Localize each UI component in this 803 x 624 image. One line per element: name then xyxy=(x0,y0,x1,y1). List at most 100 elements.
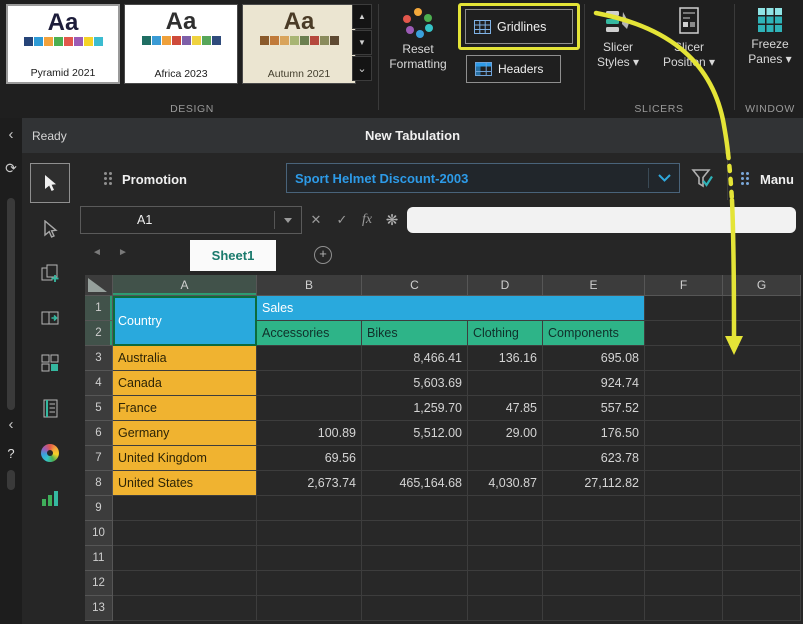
slicer-styles-button[interactable]: Slicer Styles ▾ xyxy=(586,2,650,70)
row-header-5[interactable]: 5 xyxy=(85,396,113,421)
select-tool-button[interactable] xyxy=(30,163,70,203)
cell-D12[interactable] xyxy=(468,571,543,596)
cell-C11[interactable] xyxy=(362,546,468,571)
data-table-tool-button[interactable] xyxy=(30,388,70,428)
cell-D8[interactable]: 4,030.87 xyxy=(468,471,543,496)
move-panel-tool-button[interactable] xyxy=(30,298,70,338)
cell-E13[interactable] xyxy=(543,596,645,621)
name-box[interactable]: A1 xyxy=(80,206,302,234)
cell-E8[interactable]: 27,112.82 xyxy=(543,471,645,496)
cell-A4[interactable]: Canada xyxy=(113,371,257,396)
cell-E10[interactable] xyxy=(543,521,645,546)
color-theme-tool-button[interactable] xyxy=(30,433,70,473)
cell-A6[interactable]: Germany xyxy=(113,421,257,446)
cell-C2[interactable]: Bikes xyxy=(362,321,468,346)
theme-card-autumn-2021[interactable]: Aa Autumn 2021 xyxy=(242,4,356,84)
row-header-4[interactable]: 4 xyxy=(85,371,113,396)
cell-D3[interactable]: 136.16 xyxy=(468,346,543,371)
cell-G7[interactable] xyxy=(723,446,801,471)
cell-B2[interactable]: Accessories xyxy=(257,321,362,346)
cell-C4[interactable]: 5,603.69 xyxy=(362,371,468,396)
cell-C5[interactable]: 1,259.70 xyxy=(362,396,468,421)
confirm-entry-button[interactable]: ✓ xyxy=(331,208,353,232)
row-header-9[interactable]: 9 xyxy=(85,496,113,521)
cell-F5[interactable] xyxy=(645,396,723,421)
cell-G10[interactable] xyxy=(723,521,801,546)
cell-C6[interactable]: 5,512.00 xyxy=(362,421,468,446)
column-header-D[interactable]: D xyxy=(468,275,543,296)
cell-G2[interactable] xyxy=(723,321,801,346)
cell-A3[interactable]: Australia xyxy=(113,346,257,371)
ai-assist-button[interactable]: ❋ xyxy=(381,208,403,232)
help-icon[interactable]: ? xyxy=(0,446,22,461)
cell-E5[interactable]: 557.52 xyxy=(543,396,645,421)
insert-function-button[interactable]: fx xyxy=(356,208,378,232)
row-header-6[interactable]: 6 xyxy=(85,421,113,446)
cell-E6[interactable]: 176.50 xyxy=(543,421,645,446)
cell-G4[interactable] xyxy=(723,371,801,396)
cell-F1[interactable] xyxy=(645,296,723,321)
cell-G12[interactable] xyxy=(723,571,801,596)
collapse-left-chevron-icon[interactable]: ‹ xyxy=(0,416,22,433)
cell-D7[interactable] xyxy=(468,446,543,471)
cell-F9[interactable] xyxy=(645,496,723,521)
cell-B8[interactable]: 2,673.74 xyxy=(257,471,362,496)
cell-D11[interactable] xyxy=(468,546,543,571)
cell-B12[interactable] xyxy=(257,571,362,596)
cell-F6[interactable] xyxy=(645,421,723,446)
cell-D13[interactable] xyxy=(468,596,543,621)
column-header-B[interactable]: B xyxy=(257,275,362,296)
cell-C9[interactable] xyxy=(362,496,468,521)
row-header-13[interactable]: 13 xyxy=(85,596,113,621)
cell-G1[interactable] xyxy=(723,296,801,321)
cell-D10[interactable] xyxy=(468,521,543,546)
theme-gallery-down-icon[interactable]: ▼ xyxy=(352,30,372,55)
column-header-C[interactable]: C xyxy=(362,275,468,296)
cell-F4[interactable] xyxy=(645,371,723,396)
column-header-A[interactable]: A xyxy=(113,275,257,296)
next-sheet-button[interactable]: ► xyxy=(118,247,128,258)
cell-C7[interactable] xyxy=(362,446,468,471)
cell-D6[interactable]: 29.00 xyxy=(468,421,543,446)
cell-A10[interactable] xyxy=(113,521,257,546)
row-header-10[interactable]: 10 xyxy=(85,521,113,546)
cell-B4[interactable] xyxy=(257,371,362,396)
cell-B5[interactable] xyxy=(257,396,362,421)
sheet-tab-sheet1[interactable]: Sheet1 xyxy=(190,240,276,271)
name-box-dropdown-icon[interactable] xyxy=(284,218,292,223)
theme-card-pyramid-2021[interactable]: Aa Pyramid 2021 xyxy=(6,4,120,84)
cell-E2[interactable]: Components xyxy=(543,321,645,346)
cell-B10[interactable] xyxy=(257,521,362,546)
row-header-1[interactable]: 1 xyxy=(85,296,113,321)
slicer-filter-button[interactable] xyxy=(690,167,714,196)
slicer-position-button[interactable]: Slicer Position ▾ xyxy=(654,2,724,70)
cell-C10[interactable] xyxy=(362,521,468,546)
cell-G3[interactable] xyxy=(723,346,801,371)
cell-D9[interactable] xyxy=(468,496,543,521)
cell-G8[interactable] xyxy=(723,471,801,496)
headers-toggle-button[interactable]: Headers xyxy=(466,55,561,83)
cell-E3[interactable]: 695.08 xyxy=(543,346,645,371)
row-header-3[interactable]: 3 xyxy=(85,346,113,371)
cell-D4[interactable] xyxy=(468,371,543,396)
cell-E12[interactable] xyxy=(543,571,645,596)
cell-C8[interactable]: 465,164.68 xyxy=(362,471,468,496)
cell-C13[interactable] xyxy=(362,596,468,621)
theme-gallery-up-icon[interactable]: ▲ xyxy=(352,4,372,29)
rail-scrollbar[interactable] xyxy=(7,198,15,410)
cell-E4[interactable]: 924.74 xyxy=(543,371,645,396)
cell-B3[interactable] xyxy=(257,346,362,371)
cell-C3[interactable]: 8,466.41 xyxy=(362,346,468,371)
cell-G11[interactable] xyxy=(723,546,801,571)
cursor-alt-tool-button[interactable] xyxy=(30,209,70,249)
refresh-icon[interactable]: ⟳ xyxy=(0,160,22,177)
collapse-left-chevron-icon[interactable]: ‹ xyxy=(0,126,22,143)
column-header-E[interactable]: E xyxy=(543,275,645,296)
chart-tool-button[interactable] xyxy=(30,478,70,518)
cell-A7[interactable]: United Kingdom xyxy=(113,446,257,471)
cell-B13[interactable] xyxy=(257,596,362,621)
cell-B6[interactable]: 100.89 xyxy=(257,421,362,446)
add-sheet-button[interactable]: + xyxy=(314,246,332,264)
cell-F7[interactable] xyxy=(645,446,723,471)
cell-G6[interactable] xyxy=(723,421,801,446)
